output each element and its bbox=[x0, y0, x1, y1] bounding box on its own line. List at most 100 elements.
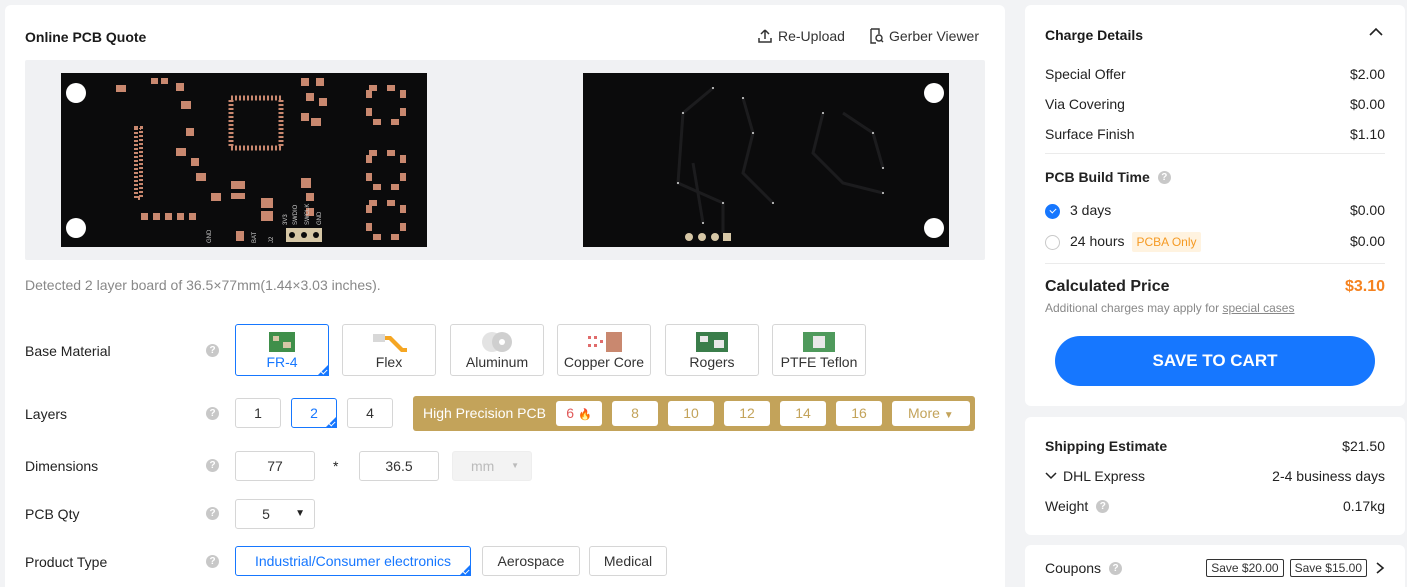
help-icon[interactable]: ? bbox=[206, 459, 219, 472]
gerber-viewer-label: Gerber Viewer bbox=[889, 28, 980, 44]
layer-1[interactable]: 1 bbox=[235, 398, 281, 428]
more-layers-button[interactable]: More ▼ bbox=[892, 401, 970, 426]
material-ptfe[interactable]: PTFE Teflon bbox=[772, 324, 866, 376]
save-to-cart-button[interactable]: SAVE TO CART bbox=[1055, 336, 1375, 386]
help-icon[interactable]: ? bbox=[206, 555, 219, 568]
weight-row: Weight? 0.17kg bbox=[1045, 498, 1385, 514]
chevron-down-icon[interactable] bbox=[1045, 472, 1057, 480]
shipping-panel: Shipping Estimate $21.50 DHL Express 2-4 b… bbox=[1025, 417, 1405, 535]
high-precision-bar: High Precision PCB 6 🔥 8 10 12 14 16 Mor… bbox=[413, 396, 975, 431]
material-rogers-label: Rogers bbox=[689, 354, 735, 370]
material-flex-label: Flex bbox=[375, 354, 403, 370]
rogers-icon bbox=[696, 332, 728, 352]
high-precision-label: High Precision PCB bbox=[423, 405, 546, 421]
page-title: Online PCB Quote bbox=[25, 29, 147, 45]
charge-item-special-offer: Special Offer $2.00 bbox=[1045, 66, 1385, 82]
help-icon[interactable]: ? bbox=[206, 344, 219, 357]
pcb-preview: GND BAT J2 3V3 SWDIO SWCLK GND bbox=[25, 60, 985, 260]
pcba-only-badge: PCBA Only bbox=[1132, 232, 1201, 252]
layer-2[interactable]: 2 bbox=[291, 398, 337, 428]
build-option-24-hours[interactable]: 24 hours PCBA Only $0.00 bbox=[1045, 232, 1385, 252]
silk-3v3: 3V3 bbox=[283, 214, 289, 225]
product-industrial[interactable]: Industrial/Consumer electronics bbox=[235, 546, 471, 576]
product-medical[interactable]: Medical bbox=[589, 546, 667, 576]
layer-16[interactable]: 16 bbox=[836, 401, 882, 426]
pcb-top-traces: GND BAT J2 3V3 SWDIO SWCLK GND bbox=[116, 78, 406, 243]
charge-details-panel: Charge Details Special Offer $2.00 Via Co… bbox=[1025, 5, 1405, 406]
help-icon[interactable]: ? bbox=[1096, 499, 1110, 513]
material-flex[interactable]: Flex bbox=[342, 324, 436, 376]
build-option-3-days[interactable]: 3 days $0.00 bbox=[1045, 202, 1385, 219]
caret-down-icon: ▼ bbox=[511, 461, 519, 470]
fire-icon: 🔥 bbox=[577, 409, 592, 421]
calculated-price-value: $3.10 bbox=[1344, 278, 1385, 295]
chevron-right-icon[interactable] bbox=[1375, 562, 1385, 574]
calculated-price: Calculated Price $3.10 bbox=[1045, 278, 1385, 295]
reupload-label: Re-Upload bbox=[778, 28, 845, 44]
caret-down-icon: ▼ bbox=[295, 508, 305, 519]
material-aluminum-label: Aluminum bbox=[465, 354, 529, 370]
material-rogers[interactable]: Rogers bbox=[665, 324, 759, 376]
silk-gnd: GND bbox=[207, 229, 213, 243]
width-input[interactable]: 36.5 bbox=[359, 451, 439, 481]
caret-down-icon: ▼ bbox=[943, 410, 954, 421]
material-ptfe-label: PTFE Teflon bbox=[780, 354, 858, 370]
gerber-viewer-button[interactable]: Gerber Viewer bbox=[868, 28, 979, 44]
charge-item-via-covering: Via Covering $0.00 bbox=[1045, 96, 1385, 112]
coupons-row[interactable]: Coupons? Save $20.00 Save $15.00 bbox=[1045, 559, 1385, 577]
help-icon[interactable]: ? bbox=[206, 407, 219, 420]
coupon-badge: Save $20.00 bbox=[1206, 559, 1284, 577]
qty-label: PCB Qty bbox=[25, 506, 80, 522]
unit-select[interactable]: mm ▼ bbox=[452, 451, 532, 481]
material-fr4[interactable]: FR-4 bbox=[235, 324, 329, 376]
silk-swclk: SWCLK bbox=[305, 204, 311, 225]
material-copper-core[interactable]: Copper Core bbox=[557, 324, 651, 376]
special-cases-link[interactable]: special cases bbox=[1222, 301, 1294, 315]
coupons-panel[interactable]: Coupons? Save $20.00 Save $15.00 bbox=[1025, 545, 1405, 587]
layer-6[interactable]: 6 🔥 bbox=[556, 401, 602, 426]
upload-icon bbox=[758, 29, 772, 43]
base-material-label: Base Material bbox=[25, 343, 111, 359]
product-type-label: Product Type bbox=[25, 554, 108, 570]
pcb-bottom-traces bbox=[676, 86, 885, 241]
layer-10[interactable]: 10 bbox=[668, 401, 714, 426]
qty-select[interactable]: 5 ▼ bbox=[235, 499, 315, 529]
shipping-estimate: Shipping Estimate $21.50 bbox=[1045, 438, 1385, 454]
radio-checked[interactable] bbox=[1045, 203, 1060, 219]
layer-4[interactable]: 4 bbox=[347, 398, 393, 428]
coupon-badge: Save $15.00 bbox=[1289, 559, 1367, 577]
reupload-button[interactable]: Re-Upload bbox=[757, 28, 845, 44]
silk-gnd2: GND bbox=[317, 211, 323, 225]
ptfe-icon bbox=[803, 332, 835, 352]
silk-j2: J2 bbox=[269, 236, 275, 243]
dimension-separator: * bbox=[333, 458, 339, 474]
build-time-heading: PCB Build Time? bbox=[1045, 169, 1171, 185]
length-input[interactable]: 77 bbox=[235, 451, 315, 481]
silk-bat: BAT bbox=[252, 231, 258, 243]
pcb-bottom-view bbox=[583, 73, 949, 247]
additional-charges-note: Additional charges may apply for special… bbox=[1045, 301, 1295, 315]
aluminum-icon bbox=[482, 332, 512, 352]
charge-item-surface-finish: Surface Finish $1.10 bbox=[1045, 126, 1385, 142]
layer-8[interactable]: 8 bbox=[612, 401, 658, 426]
radio-unchecked[interactable] bbox=[1045, 234, 1060, 250]
detect-text: Detected 2 layer board of 36.5×77mm(1.44… bbox=[25, 277, 381, 293]
charge-title: Charge Details bbox=[1045, 27, 1144, 43]
material-copper-core-label: Copper Core bbox=[563, 354, 645, 370]
help-icon[interactable]: ? bbox=[1157, 170, 1171, 184]
document-search-icon bbox=[870, 28, 884, 44]
help-icon[interactable]: ? bbox=[1109, 561, 1123, 575]
layer-14[interactable]: 14 bbox=[780, 401, 826, 426]
product-aerospace[interactable]: Aerospace bbox=[482, 546, 580, 576]
layer-12[interactable]: 12 bbox=[724, 401, 770, 426]
material-aluminum[interactable]: Aluminum bbox=[450, 324, 544, 376]
quote-panel: Online PCB Quote Re-Upload Gerber Viewer bbox=[5, 5, 1005, 587]
flex-icon bbox=[373, 334, 407, 352]
pcb-top-view: GND BAT J2 3V3 SWDIO SWCLK GND bbox=[61, 73, 427, 247]
silk-swdio: SWDIO bbox=[293, 204, 299, 225]
dimensions-label: Dimensions bbox=[25, 458, 99, 474]
chevron-up-icon[interactable] bbox=[1369, 27, 1383, 37]
material-fr4-label: FR-4 bbox=[266, 354, 298, 370]
help-icon[interactable]: ? bbox=[206, 507, 219, 520]
carrier-row[interactable]: DHL Express 2-4 business days bbox=[1045, 468, 1385, 484]
